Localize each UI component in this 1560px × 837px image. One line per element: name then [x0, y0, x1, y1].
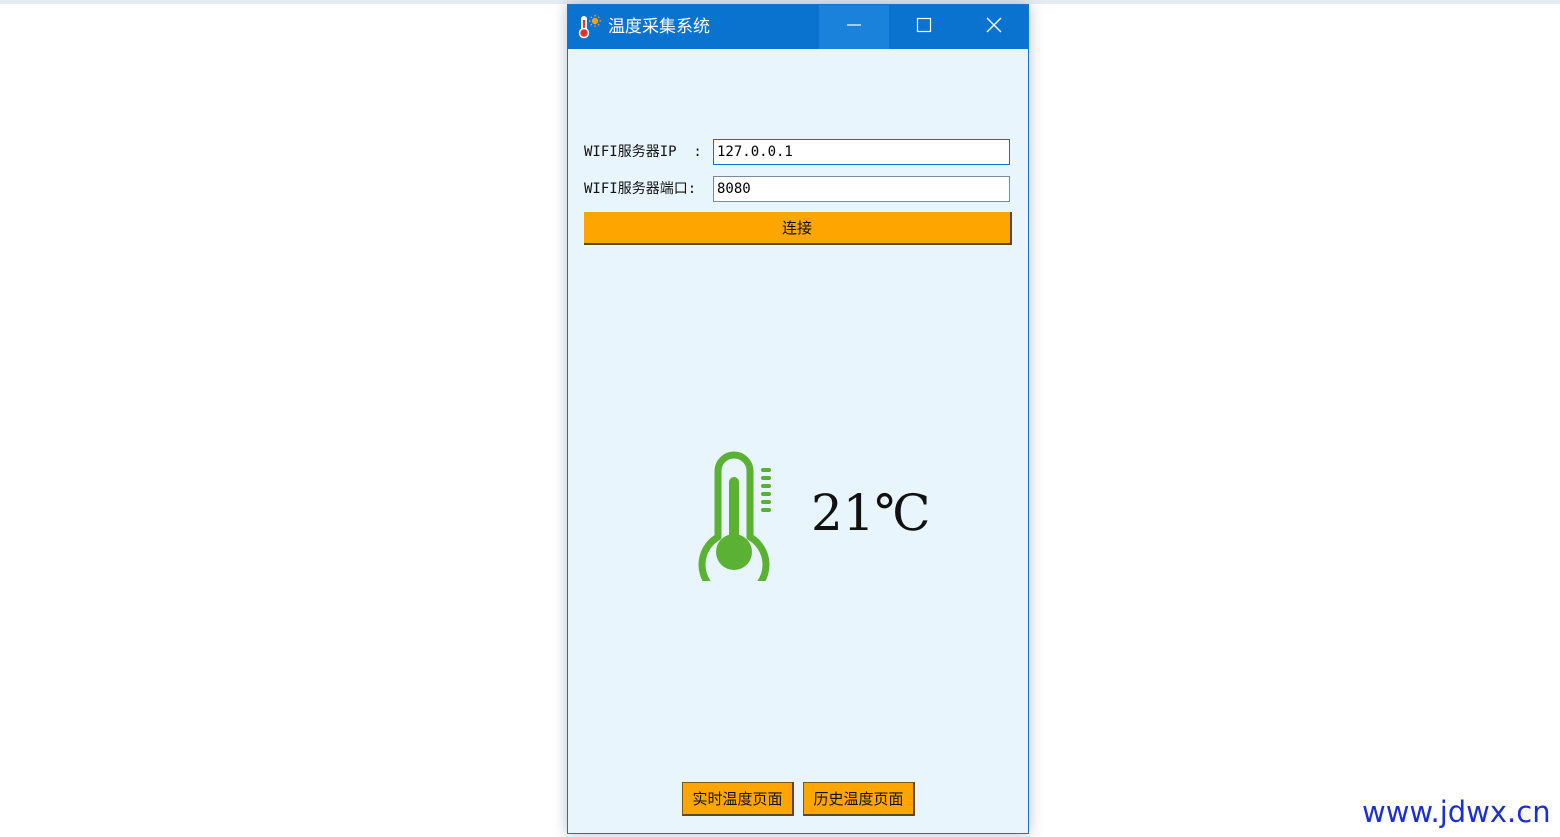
realtime-page-button[interactable]: 实时温度页面 [682, 782, 794, 816]
watermark: www.jdwx.cn [1362, 795, 1551, 829]
port-label: WIFI服务器端口: [584, 181, 697, 197]
close-icon [986, 17, 1002, 37]
thermometer-sun-icon [578, 14, 604, 40]
close-button[interactable] [959, 5, 1029, 49]
history-page-button[interactable]: 历史温度页面 [803, 782, 915, 816]
ip-label: WIFI服务器IP : [584, 144, 702, 160]
temperature-value: 21℃ [811, 484, 931, 542]
app-window: 温度采集系统 WIFI服务器IP : WIFI服务器端口: 连接 [567, 4, 1029, 834]
minimize-icon [846, 17, 862, 37]
connect-button[interactable]: 连接 [584, 212, 1012, 245]
titlebar[interactable]: 温度采集系统 [568, 5, 1028, 49]
maximize-button[interactable] [889, 5, 959, 49]
window-title: 温度采集系统 [608, 17, 710, 37]
minimize-button[interactable] [819, 5, 889, 49]
maximize-icon [916, 17, 932, 37]
ip-input[interactable] [713, 139, 1010, 165]
port-input[interactable] [713, 176, 1010, 202]
thermometer-icon [698, 449, 778, 601]
